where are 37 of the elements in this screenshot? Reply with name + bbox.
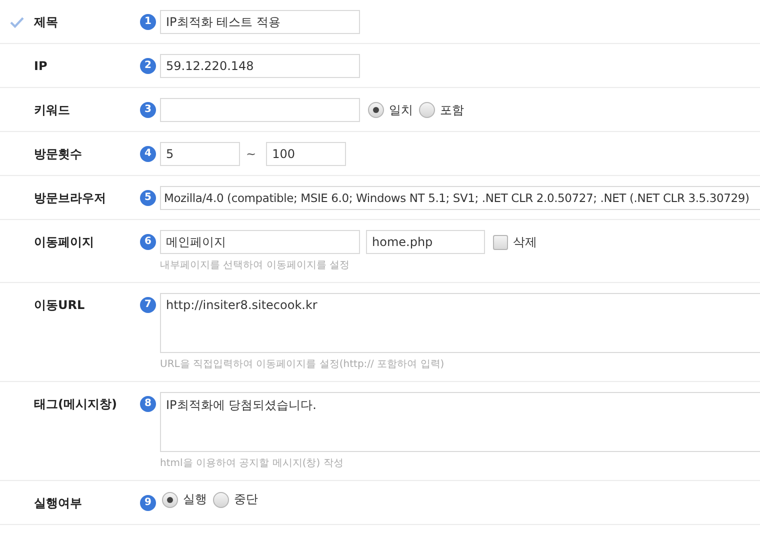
text-field[interactable]: 59.12.220.148 [160, 54, 360, 78]
step-number-badge: 7 [140, 297, 156, 313]
step-number-badge: 1 [140, 14, 156, 30]
step-number-badge: 9 [140, 495, 156, 511]
step-number-badge: 8 [140, 396, 156, 412]
text-area[interactable]: IP최적화에 당첨되셨습니다. [160, 392, 760, 452]
text-field[interactable]: IP최적화 테스트 적용 [160, 10, 360, 34]
hint-text: URL을 직접입력하여 이동페이지를 설정(http:// 포함하여 입력) [160, 358, 446, 372]
field-label: 방문브라우저 [34, 190, 106, 207]
field-label: 이동페이지 [34, 234, 94, 251]
text-field[interactable] [160, 98, 360, 122]
text-field[interactable]: 메인페이지 [160, 230, 360, 254]
field-label: 이동URL [34, 297, 85, 314]
step-number-badge: 2 [140, 58, 156, 74]
text-area[interactable]: http://insiter8.sitecook.kr [160, 293, 760, 353]
field-label: 키워드 [34, 102, 70, 119]
radio-button[interactable]: 실행 [162, 491, 207, 508]
field-label: IP [34, 58, 48, 75]
text-field[interactable]: Mozilla/4.0 (compatible; MSIE 6.0; Windows NT 5.1; SV1; .NET CLR 2.0.50727; .NET (.NET CLR 3.5.30729) [160, 186, 760, 210]
field-label: 태그(메시지창) [34, 396, 117, 413]
text-field[interactable]: 100 [266, 142, 346, 166]
step-number-badge: 3 [140, 102, 156, 118]
step-number-badge: 5 [140, 190, 156, 206]
checkbox[interactable]: 삭제 [493, 234, 537, 250]
text-field[interactable]: 5 [160, 142, 240, 166]
step-number-badge: 4 [140, 146, 156, 162]
text-field[interactable]: home.php [366, 230, 485, 254]
field-label: 실행여부 [34, 495, 82, 512]
hint-text: html을 이용하여 공지할 메시지(창) 작성 [160, 457, 344, 471]
field-label: 제목 [34, 14, 58, 31]
field-label: 방문횟수 [34, 146, 82, 163]
radio-button[interactable]: 포함 [419, 102, 464, 118]
radio-button[interactable]: 중단 [213, 491, 258, 508]
step-number-badge: 6 [140, 234, 156, 250]
hint-text: 내부페이지를 선택하여 이동페이지를 설정 [160, 259, 351, 273]
radio-button[interactable]: 일치 [368, 102, 413, 118]
range-separator: ~ [246, 147, 256, 161]
